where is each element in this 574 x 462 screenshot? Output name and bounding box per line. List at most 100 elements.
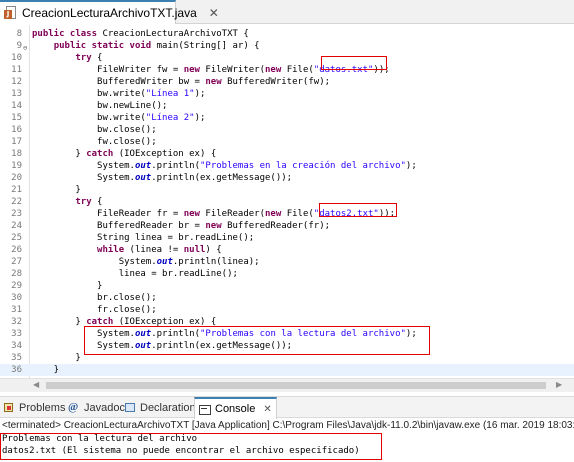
code-text: linea = br.readLine(); (32, 268, 238, 280)
plain-token: bw.newLine(); (32, 101, 168, 111)
code-line[interactable]: 22 try { (0, 196, 574, 208)
plain-token: BufferedWriter bw = (32, 77, 206, 87)
code-text: System.out.println(ex.getMessage()); (32, 340, 292, 352)
code-text: FileReader fr = new FileReader(new File(… (32, 208, 395, 220)
plain-token: )); (373, 65, 390, 75)
tab-console-label: Console (215, 403, 256, 415)
code-text: bw.close(); (32, 124, 157, 136)
code-line[interactable]: 13 bw.write("Línea 1"); (0, 88, 574, 100)
plain-token: System. (32, 341, 135, 351)
scrollbar-thumb[interactable] (46, 382, 546, 389)
code-line[interactable]: 24 BufferedReader br = new BufferedReade… (0, 220, 574, 232)
code-line[interactable]: 10 try { (0, 52, 574, 64)
code-line[interactable]: 9 ⊖ public static void main(String[] ar) … (0, 40, 574, 52)
tab-javadoc-label: Javadoc (84, 401, 125, 414)
code-line[interactable]: 15 bw.write("Línea 2"); (0, 112, 574, 124)
line-number: 25 (11, 233, 22, 243)
plain-token: FileWriter fw = (32, 65, 184, 75)
code-line[interactable]: 20 System.out.println(ex.getMessage()); (0, 172, 574, 184)
code-line[interactable]: 26 while (linea != null) { (0, 244, 574, 256)
code-line[interactable]: 36 } (0, 364, 574, 376)
plain-token: .println(ex.getMessage()); (151, 341, 293, 351)
line-number: 27 (11, 257, 22, 267)
plain-token: ); (405, 161, 417, 171)
tab-declaration[interactable]: Declaration (124, 397, 196, 418)
line-number: 11 (11, 65, 22, 75)
code-line[interactable]: 18 } catch (IOException ex) { (0, 148, 574, 160)
plain-token: } (32, 149, 87, 159)
code-line[interactable]: 12 BufferedWriter bw = new BufferedWrite… (0, 76, 574, 88)
code-line[interactable]: 23 FileReader fr = new FileReader(new Fi… (0, 208, 574, 220)
keyword-token: new (205, 221, 228, 231)
plain-token: .println(linea); (172, 257, 260, 267)
line-number: 24 (11, 221, 22, 231)
code-line[interactable]: 31 fr.close(); (0, 304, 574, 316)
code-text: fr.close(); (32, 304, 157, 316)
code-text: String linea = br.readLine(); (32, 232, 254, 244)
plain-token: ) { (205, 245, 222, 255)
code-line[interactable]: 8 public class CreacionLecturaArchivoTXT … (0, 28, 574, 40)
tab-problems-label: Problems (19, 401, 66, 414)
tab-console[interactable]: Console ✕ (194, 397, 277, 419)
code-line[interactable]: 27 System.out.println(linea); (0, 256, 574, 268)
code-line[interactable]: 14 bw.newLine(); (0, 100, 574, 112)
code-text: } (32, 184, 80, 196)
code-line[interactable]: 25 String linea = br.readLine(); (0, 232, 574, 244)
scroll-right-icon[interactable]: ▶ (556, 380, 562, 389)
keyword-token: try (75, 197, 98, 207)
plain-token: } (32, 365, 60, 375)
code-line[interactable]: 16 bw.close(); (0, 124, 574, 136)
code-text: br.close(); (32, 292, 157, 304)
tab-problems[interactable]: Problems (3, 397, 65, 418)
console-output[interactable]: Problemas con la lectura del archivo dat… (0, 433, 574, 462)
tab-declaration-label: Declaration (140, 401, 196, 414)
line-number: 9 (16, 41, 22, 51)
editor-tab[interactable]: J CreacionLecturaArchivoTXT.java ✕ (0, 0, 219, 24)
plain-token: ); (194, 89, 206, 99)
line-number: 33 (11, 329, 22, 339)
line-number: 18 (11, 149, 22, 159)
code-line[interactable]: 21 } (0, 184, 574, 196)
plain-token: System. (32, 257, 157, 267)
line-number: 30 (11, 293, 22, 303)
plain-token: ); (194, 113, 206, 123)
line-number: 31 (11, 305, 22, 315)
code-line[interactable]: 34 System.out.println(ex.getMessage()); (0, 340, 574, 352)
string-token: "Problemas con la lectura del archivo" (200, 329, 406, 339)
keyword-token: public class (32, 29, 103, 39)
code-text: fw.close(); (32, 136, 157, 148)
code-line[interactable]: 17 fw.close(); (0, 136, 574, 148)
code-line[interactable]: 29 } (0, 280, 574, 292)
view-tab-bar: Problems @ Javadoc Declaration Console ✕ (0, 396, 574, 419)
code-line[interactable]: 32 } catch (IOException ex) { (0, 316, 574, 328)
code-text: BufferedWriter bw = new BufferedWriter(f… (32, 76, 330, 88)
scroll-left-icon[interactable]: ◀ (33, 380, 39, 389)
close-icon[interactable]: ✕ (209, 6, 219, 20)
string-token: "Problemas en la creación del archivo" (200, 161, 406, 171)
keyword-token: while (97, 245, 130, 255)
plain-token: BufferedWriter(fw); (227, 77, 331, 87)
code-line[interactable]: 19 System.out.println("Problemas en la c… (0, 160, 574, 172)
code-text: try { (32, 52, 102, 64)
plain-token: String linea = br.readLine(); (32, 233, 255, 243)
line-number: 16 (11, 125, 22, 135)
code-line[interactable]: 30 br.close(); (0, 292, 574, 304)
keyword-token: new (265, 65, 287, 75)
tab-javadoc[interactable]: @ Javadoc (68, 397, 125, 418)
code-line[interactable]: 35 } (0, 352, 574, 364)
code-line[interactable]: 33 System.out.println("Problemas con la … (0, 328, 574, 340)
close-icon[interactable]: ✕ (263, 404, 271, 415)
horizontal-scrollbar[interactable]: ◀ ▶ (0, 378, 574, 392)
string-token: "Línea 2" (145, 113, 195, 123)
code-text: } (32, 280, 102, 292)
line-number: 19 (11, 161, 22, 171)
code-line[interactable]: 28 linea = br.readLine(); (0, 268, 574, 280)
line-number: 20 (11, 173, 22, 183)
code-editor[interactable]: 8 public class CreacionLecturaArchivoTXT … (0, 25, 574, 378)
plain-token: } (32, 353, 81, 363)
line-number: 14 (11, 101, 22, 111)
plain-token: BufferedReader br = (32, 221, 206, 231)
code-line[interactable]: 11 FileWriter fw = new FileWriter(new Fi… (0, 64, 574, 76)
plain-token: bw.write( (32, 89, 146, 99)
